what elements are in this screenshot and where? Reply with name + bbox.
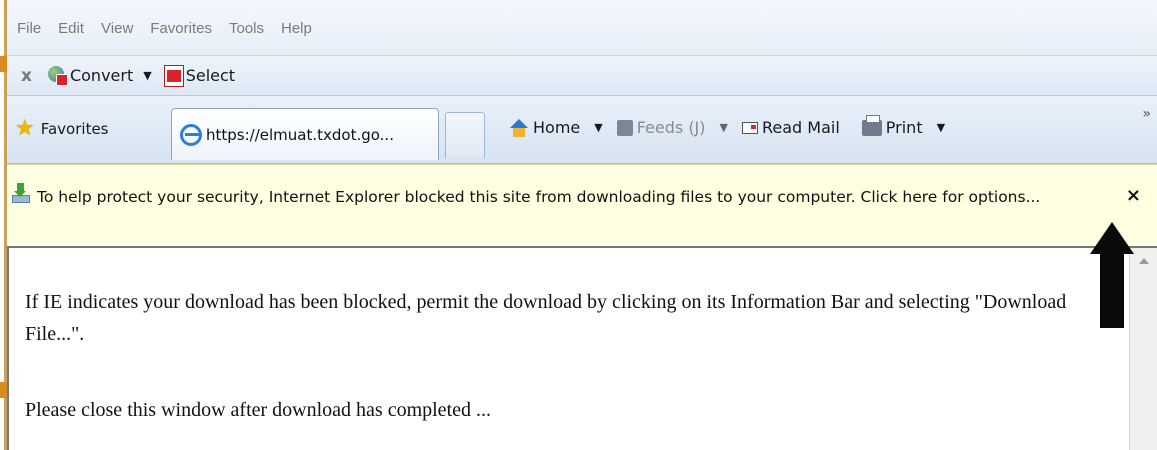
chevron-down-icon[interactable]: ▼: [937, 121, 945, 134]
tab-active[interactable]: https://elmuat.txdot.go...: [171, 108, 439, 160]
pdf-select-icon: [163, 64, 184, 87]
mail-icon: [741, 121, 758, 134]
menu-favorites[interactable]: Favorites: [150, 20, 212, 37]
toolbar-right: Home ▼ Feeds (J) ▼ Read Mail Print ▼: [509, 114, 959, 137]
chevron-down-icon[interactable]: ▼: [720, 121, 728, 134]
feeds-button[interactable]: Feeds (J) ▼: [616, 118, 728, 137]
select-label: Select: [185, 66, 236, 85]
select-button[interactable]: Select: [163, 64, 236, 87]
new-tab-button[interactable]: [445, 112, 485, 158]
information-bar-message[interactable]: To help protect your security, Internet …: [37, 184, 1087, 210]
home-label: Home: [533, 118, 581, 137]
menu-tools[interactable]: Tools: [229, 20, 264, 37]
home-icon: [509, 118, 529, 137]
read-mail-label: Read Mail: [761, 118, 840, 137]
menu-items: File Edit View Favorites Tools Help: [17, 20, 312, 37]
read-mail-button[interactable]: Read Mail: [741, 118, 840, 137]
star-icon: ★: [15, 116, 35, 141]
print-button[interactable]: Print ▼: [861, 114, 945, 137]
convert-label: Convert: [69, 66, 134, 85]
toolbar-overflow-button[interactable]: »: [1142, 106, 1151, 122]
window-left-edge: [0, 0, 7, 450]
chevron-down-icon[interactable]: ▼: [594, 121, 602, 134]
menu-edit[interactable]: Edit: [58, 20, 84, 37]
scroll-up-icon[interactable]: [1139, 258, 1149, 264]
menu-view[interactable]: View: [101, 20, 133, 37]
feeds-label: Feeds (J): [636, 118, 706, 137]
information-bar[interactable]: To help protect your security, Internet …: [7, 164, 1157, 248]
favorites-label: Favorites: [40, 120, 109, 138]
ie-logo-icon: [180, 123, 202, 146]
favorites-button[interactable]: ★ Favorites: [15, 118, 109, 140]
print-label: Print: [885, 118, 923, 137]
chevron-down-icon[interactable]: ▼: [143, 69, 151, 82]
printer-icon: [861, 114, 882, 136]
menu-file[interactable]: File: [17, 20, 41, 37]
rss-feed-icon: [616, 119, 633, 136]
home-button[interactable]: Home ▼: [509, 118, 603, 137]
menu-bar: File Edit View Favorites Tools Help: [7, 0, 1157, 56]
annotation-arrow-icon: [1090, 222, 1134, 328]
edge-accent-top: [0, 56, 7, 72]
edge-accent-bottom: [0, 382, 7, 398]
close-window-text: Please close this window after download …: [25, 399, 491, 421]
tab-bar: ★ Favorites https://elmuat.txdot.go... H…: [7, 96, 1157, 164]
ie-browser-window: File Edit View Favorites Tools Help x Co…: [0, 0, 1157, 450]
information-bar-close-button[interactable]: ×: [1126, 185, 1141, 206]
convert-pdf-icon: [47, 65, 68, 86]
download-blocked-icon: [11, 183, 33, 205]
convert-button[interactable]: Convert ▼: [47, 65, 152, 86]
command-bar-close-button[interactable]: x: [21, 66, 32, 86]
menu-help[interactable]: Help: [281, 20, 312, 37]
instruction-text: If IE indicates your download has been b…: [25, 291, 1067, 345]
command-bar: x Convert ▼ Select: [7, 56, 1157, 96]
tab-title: https://elmuat.txdot.go...: [206, 125, 394, 144]
page-content: If IE indicates your download has been b…: [7, 248, 1157, 450]
